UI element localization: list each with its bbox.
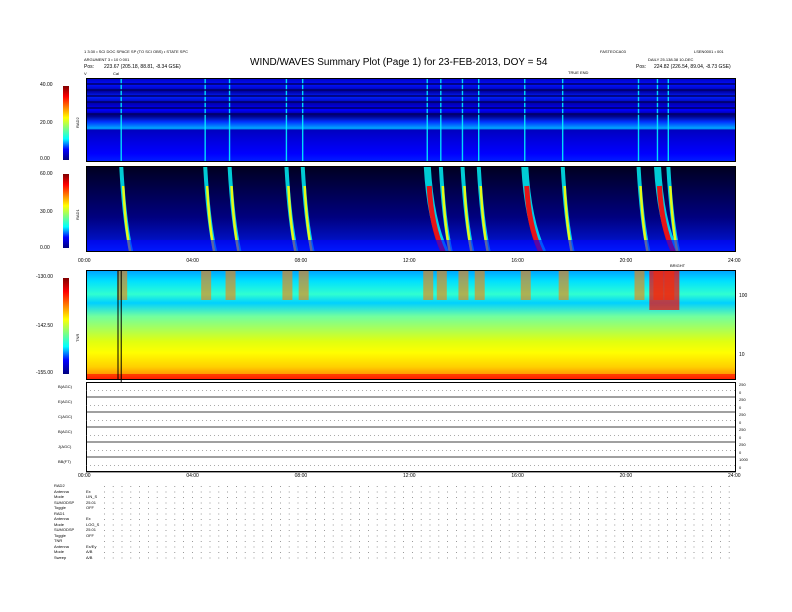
- line-plot-right-tick: 0: [739, 435, 742, 440]
- footer-row-label: SUMODSP: [54, 527, 75, 532]
- line-plot-right-tick: 0: [739, 420, 742, 425]
- y-top-mark: V: [84, 71, 87, 76]
- line-plot-right-tick: 0: [739, 450, 742, 455]
- rad2-frame: [86, 78, 736, 162]
- tnr-tick-mid: -142.50: [36, 323, 53, 329]
- time-top-tick-label: 20:00: [619, 258, 633, 264]
- rad1-colorbar: [63, 174, 69, 248]
- line-plot-right-tick: 250: [739, 442, 746, 447]
- header-right-line2: DAILY 25.138.38 10-DEC: [648, 57, 694, 62]
- footer-row-value: 25.01: [86, 499, 97, 505]
- line-plot-right-tick: 0: [739, 405, 742, 410]
- time-bottom-tick-label: 24:00: [728, 473, 741, 479]
- header-left-line2: ARGUMENT 3 • 10 0 001: [84, 57, 130, 62]
- cal-label: Cal: [113, 71, 120, 76]
- rad2-colorbar: [63, 86, 69, 160]
- header-left-line1: 1 3:30 • SCI DOC SPACE SP (TO SCI OBS) •…: [84, 49, 189, 54]
- rad1-tick-mid: 30.00: [40, 209, 53, 215]
- line-plot-label: B(AGC): [58, 384, 72, 389]
- footer-row-label: Toggle: [54, 532, 66, 538]
- time-top-tick-label: 00:00: [78, 258, 91, 264]
- line-plot-label: E(AGC): [58, 399, 72, 404]
- time-top-tick-label: 16:00: [511, 258, 524, 264]
- time-bottom-tick-label: 20:00: [619, 473, 633, 479]
- tnr-colorbar: [63, 278, 69, 374]
- tnr-label: TNR: [75, 333, 80, 342]
- line-plot-label: J(AGC): [58, 444, 72, 449]
- rad1-tick-bot: 0.00: [40, 245, 50, 251]
- header-right-pos-value: 224.82 (226.54, 89.04, -8.73 GSE): [654, 64, 731, 70]
- footer-row-label: Antenna: [54, 488, 69, 494]
- tnr-right-tick-10: 10: [739, 352, 745, 358]
- header-right-pos-label: Pos:: [636, 64, 647, 70]
- time-top-tick-label: 04:00: [186, 258, 199, 264]
- line-plot-right-tick: 250: [739, 427, 746, 432]
- footer-row-label: Mode: [54, 521, 65, 527]
- rad2-label: RAD2: [75, 117, 80, 128]
- footer-row-value: A/B: [86, 554, 93, 560]
- time-top-tick-label: 12:00: [403, 258, 416, 264]
- line-plot-right-tick: 250: [739, 412, 746, 417]
- time-bottom-tick-label: 00:00: [78, 473, 91, 479]
- line-plot-right-tick: 250: [739, 382, 746, 387]
- footer-row-value: A/B: [86, 549, 93, 554]
- footer-row-label: TNR: [54, 538, 63, 543]
- footer-row-value: OFF: [86, 505, 94, 510]
- footer-row-label: Mode: [54, 494, 65, 499]
- footer-row-value: Ex: [86, 516, 91, 521]
- rad2-tick-top: 40.00: [40, 82, 53, 88]
- time-top-tick-label: 08:00: [294, 258, 308, 264]
- rad1-label: RAD1: [75, 209, 80, 220]
- top-right-label: TRUE END: [568, 70, 589, 75]
- line-plot-label: BB(FT): [58, 459, 71, 464]
- time-bottom-tick-label: 04:00: [186, 473, 199, 479]
- line-plot-right-tick: 250: [739, 397, 746, 402]
- tnr-right-tick-100: 100: [739, 293, 748, 299]
- rad1-tick-top: 60.00: [40, 171, 53, 177]
- footer-row-value: Ex: [86, 488, 91, 494]
- line-plot-right-tick: 0: [739, 390, 742, 395]
- footer-row-label: Antenna: [54, 516, 69, 521]
- footer-row-label: Sweep: [54, 554, 67, 560]
- footer-row-label: RAD2: [54, 483, 65, 488]
- footer-row-label: SUMODSP: [54, 499, 75, 505]
- footer-row-value: Ex/Ey: [86, 543, 97, 549]
- footer-row-label: Mode: [54, 549, 65, 554]
- page-title: WIND/WAVES Summary Plot (Page 1) for 23-…: [250, 57, 548, 68]
- time-bottom-tick-label: 12:00: [403, 473, 416, 479]
- header-right-line1b: LSEN0001 • 001: [694, 49, 724, 54]
- rad2-tick-mid: 20.00: [40, 120, 53, 126]
- footer-row-label: Antenna: [54, 543, 69, 549]
- time-bottom-tick-label: 08:00: [294, 473, 308, 479]
- rad1-frame: [86, 166, 736, 252]
- line-plot-right-tick: 1000: [739, 457, 748, 462]
- footer-row-label: RAD1: [54, 510, 65, 516]
- footer-row-value: OFF: [86, 532, 94, 538]
- header-right-line1a: FASTEOCA03: [600, 49, 626, 54]
- header-left-pos-value: 223.67 (205.18, 88.81, -8.34 GSE): [104, 64, 181, 70]
- rad2-tick-bot: 0.00: [40, 156, 50, 162]
- header-left-pos-label: Pos:: [84, 64, 95, 70]
- footer-row-label: Toggle: [54, 505, 66, 510]
- tnr-tick-bot: -155.00: [36, 370, 53, 376]
- time-bottom-tick-label: 16:00: [511, 473, 524, 479]
- footer-row-value: LIN_S: [86, 494, 98, 499]
- footer-row-value: LOG_S: [86, 521, 100, 527]
- footer-row-value: 25.01: [86, 527, 97, 532]
- lineplots-frame: [86, 382, 736, 472]
- time-top-tick-label: 24:00: [728, 258, 741, 264]
- line-plot-right-tick: 0: [739, 465, 742, 470]
- tnr-frame: [86, 270, 736, 380]
- tnr-top-right-label: BRIGHT: [670, 263, 686, 268]
- line-plot-label: B(AGC): [58, 429, 72, 434]
- line-plot-label: C(AGC): [58, 414, 73, 419]
- tnr-tick-top: -130.00: [36, 274, 53, 280]
